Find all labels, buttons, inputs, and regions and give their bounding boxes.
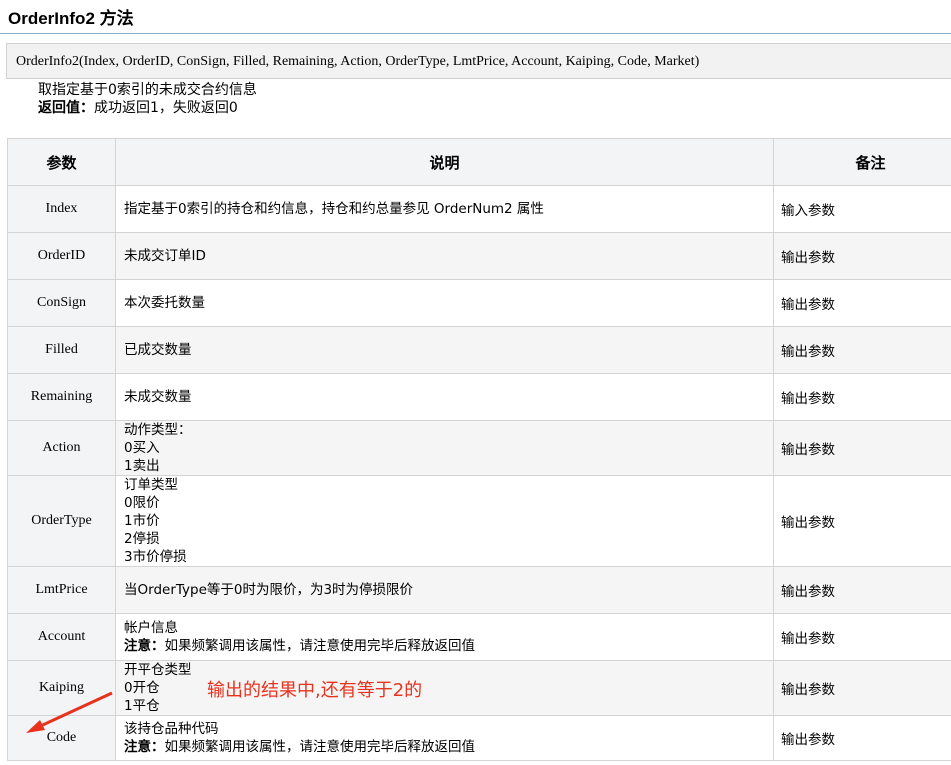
- table-header-row: 参数 说明 备注: [7, 138, 951, 186]
- param-note-cell: 输出参数: [773, 373, 951, 421]
- red-annotation-text: 输出的结果中,还有等于2的: [207, 680, 423, 701]
- page-title: OrderInfo2 方法: [8, 9, 134, 28]
- description-line: 1卖出: [124, 458, 160, 474]
- param-note-cell: 输出参数: [773, 420, 951, 476]
- description-line: 2停损: [124, 531, 160, 547]
- column-header-param: 参数: [7, 138, 116, 186]
- method-signature: OrderInfo2(Index, OrderID, ConSign, Fill…: [6, 43, 951, 79]
- method-description: 取指定基于0索引的未成交合约信息 返回值：成功返回1，失败返回0: [38, 81, 257, 117]
- param-name-cell: Remaining: [7, 373, 116, 421]
- param-name-cell: Index: [7, 185, 116, 233]
- param-name-cell: Kaiping: [7, 660, 116, 716]
- param-note-cell: 输入参数: [773, 185, 951, 233]
- param-description-cell: 未成交数量: [115, 373, 774, 421]
- param-note-cell: 输出参数: [773, 613, 951, 661]
- description-line: 帐户信息: [124, 620, 178, 636]
- param-name-cell: Account: [7, 613, 116, 661]
- column-header-note: 备注: [773, 138, 951, 186]
- parameter-table: 参数 说明 备注 Index 指定基于0索引的持仓和约信息，持仓和约总量参见 Or…: [7, 138, 951, 761]
- param-description-cell: 订单类型 0限价 1市价 2停损 3市价停损: [115, 475, 774, 567]
- column-header-description: 说明: [115, 138, 774, 186]
- param-name-cell: Filled: [7, 326, 116, 374]
- description-line: 0限价: [124, 495, 160, 511]
- param-name-cell: Code: [7, 715, 116, 761]
- return-value: 返回值：成功返回1，失败返回0: [38, 99, 257, 117]
- description-line: 已成交数量: [124, 342, 192, 358]
- description-line: 当OrderType等于0时为限价，为3时为停损限价: [124, 582, 414, 598]
- return-text: 成功返回1，失败返回0: [94, 100, 238, 116]
- param-note-cell: 输出参数: [773, 326, 951, 374]
- table-row: Action 动作类型： 0买入 1卖出 输出参数: [7, 420, 951, 476]
- param-note-cell: 输出参数: [773, 715, 951, 761]
- param-description-cell: 动作类型： 0买入 1卖出: [115, 420, 774, 476]
- table-row: Account 帐户信息 注意：如果频繁调用该属性，请注意使用完毕后释放返回值 输出参…: [7, 613, 951, 661]
- description-summary: 取指定基于0索引的未成交合约信息: [38, 82, 257, 98]
- description-line: 本次委托数量: [124, 295, 205, 311]
- param-description-cell: 本次委托数量: [115, 279, 774, 327]
- description-line: 3市价停损: [124, 549, 187, 565]
- table-row: Code 该持仓品种代码 注意：如果频繁调用该属性，请注意使用完毕后释放返回值 输出参…: [7, 715, 951, 761]
- param-description-cell: 未成交订单ID: [115, 232, 774, 280]
- param-name-cell: OrderID: [7, 232, 116, 280]
- param-name-cell: ConSign: [7, 279, 116, 327]
- warning-text: 如果频繁调用该属性，请注意使用完毕后释放返回值: [164, 638, 476, 654]
- table-row: OrderID 未成交订单ID 输出参数: [7, 232, 951, 280]
- table-row: LmtPrice 当OrderType等于0时为限价，为3时为停损限价 输出参数: [7, 566, 951, 614]
- param-note-cell: 输出参数: [773, 475, 951, 567]
- table-row: Filled 已成交数量 输出参数: [7, 326, 951, 374]
- param-description-cell: 帐户信息 注意：如果频繁调用该属性，请注意使用完毕后释放返回值: [115, 613, 774, 661]
- param-name-cell: Action: [7, 420, 116, 476]
- table-row: ConSign 本次委托数量 输出参数: [7, 279, 951, 327]
- param-name-cell: LmtPrice: [7, 566, 116, 614]
- param-name-cell: OrderType: [7, 475, 116, 567]
- description-line: 未成交数量: [124, 389, 192, 405]
- table-row: Remaining 未成交数量 输出参数: [7, 373, 951, 421]
- title-divider: [0, 33, 951, 34]
- description-line: 0买入: [124, 440, 160, 456]
- description-line: 1市价: [124, 513, 160, 529]
- param-note-cell: 输出参数: [773, 566, 951, 614]
- table-row: Index 指定基于0索引的持仓和约信息，持仓和约总量参见 OrderNum2 属…: [7, 185, 951, 233]
- warning-label: 注意：: [124, 638, 165, 654]
- description-line: 该持仓品种代码: [124, 721, 219, 737]
- description-line: 动作类型：: [124, 422, 192, 438]
- param-note-cell: 输出参数: [773, 279, 951, 327]
- param-description-cell: 指定基于0索引的持仓和约信息，持仓和约总量参见 OrderNum2 属性: [115, 185, 774, 233]
- param-description-cell: 该持仓品种代码 注意：如果频繁调用该属性，请注意使用完毕后释放返回值: [115, 715, 774, 761]
- param-note-cell: 输出参数: [773, 660, 951, 716]
- warning-line: 注意：如果频繁调用该属性，请注意使用完毕后释放返回值: [124, 637, 773, 655]
- table-row: OrderType 订单类型 0限价 1市价 2停损 3市价停损 输出参数: [7, 475, 951, 567]
- description-line: 指定基于0索引的持仓和约信息，持仓和约总量参见 OrderNum2 属性: [124, 201, 544, 217]
- warning-line: 注意：如果频繁调用该属性，请注意使用完毕后释放返回值: [124, 738, 773, 756]
- description-line: 订单类型: [124, 477, 178, 493]
- warning-text: 如果频繁调用该属性，请注意使用完毕后释放返回值: [164, 739, 476, 755]
- return-label: 返回值：: [38, 100, 94, 116]
- param-note-cell: 输出参数: [773, 232, 951, 280]
- warning-label: 注意：: [124, 739, 165, 755]
- param-description-cell: 当OrderType等于0时为限价，为3时为停损限价: [115, 566, 774, 614]
- param-description-cell: 已成交数量: [115, 326, 774, 374]
- description-line: 未成交订单ID: [124, 248, 206, 264]
- table-row: Kaiping 开平仓类型 0开仓 1平仓 输出参数: [7, 660, 951, 716]
